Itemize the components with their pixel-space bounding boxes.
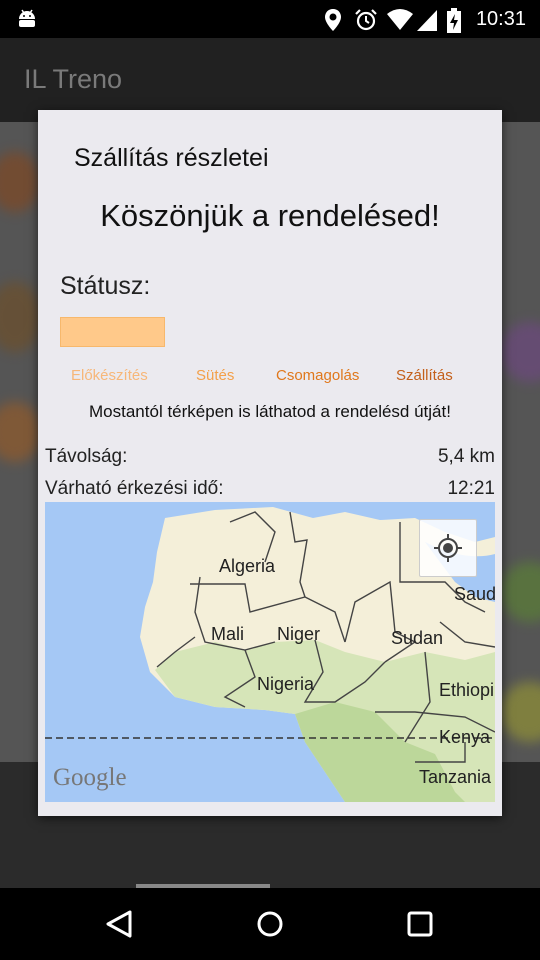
background-image: [500, 562, 540, 622]
home-icon[interactable]: [252, 906, 288, 942]
status-time: 10:31: [475, 8, 526, 30]
distance-value: 5,4 km: [437, 446, 495, 467]
step-delivery: Szállítás: [396, 367, 453, 384]
map-label-kenya: Kenya: [439, 727, 491, 747]
map-label-ethiopia: Ethiopi: [439, 680, 495, 700]
wifi-icon: [387, 9, 413, 30]
alarm-icon: [355, 9, 377, 31]
my-location-button[interactable]: [419, 519, 477, 577]
background-image: [0, 152, 40, 212]
delivery-details-dialog: Szállítás részletei Köszönjük a rendelés…: [38, 110, 502, 816]
background-image: [0, 282, 42, 352]
background-image: [500, 682, 540, 742]
step-preparation: Előkészítés: [71, 367, 148, 384]
app-title: IL Treno: [24, 64, 123, 94]
back-icon[interactable]: [102, 906, 138, 942]
map-label-mali: Mali: [211, 624, 245, 644]
map-label-sudan: Sudan: [391, 628, 444, 648]
eta-label: Várható érkezési idő:: [45, 478, 224, 499]
status-bar: 10:31: [0, 0, 540, 38]
map-label-algeria: Algeria: [219, 556, 276, 576]
eta-row: Várható érkezési idő: 12:21: [45, 478, 495, 500]
map-info-message: Mostantól térképen is láthatod a rendelé…: [89, 402, 451, 421]
distance-row: Távolság: 5,4 km: [45, 446, 495, 468]
map-label-niger: Niger: [277, 624, 321, 644]
status-label: Státusz:: [60, 272, 151, 300]
google-logo: Google: [53, 764, 127, 791]
my-location-icon: [434, 534, 462, 562]
thank-you-message: Köszönjük a rendelésed!: [100, 198, 440, 233]
map-label-tanzania: Tanzania: [419, 767, 492, 787]
navigation-bar: [0, 888, 540, 960]
signal-icon: [417, 10, 437, 31]
distance-label: Távolság:: [45, 446, 128, 467]
map-label-saudi: Saud: [454, 584, 495, 604]
step-baking: Sütés: [196, 367, 235, 384]
background-image: [0, 402, 42, 462]
dialog-title: Szállítás részletei: [74, 144, 269, 172]
map-label-nigeria: Nigeria: [257, 674, 315, 694]
delivery-map[interactable]: Algeria Saud Mali Niger Sudan Nigeria Et…: [45, 502, 495, 802]
eta-value: 12:21: [447, 478, 495, 499]
battery-charging-icon: [447, 8, 461, 33]
android-icon: [19, 9, 35, 27]
status-progress-bar: [60, 317, 165, 347]
step-packaging: Csomagolás: [276, 367, 360, 384]
background-image: [500, 322, 540, 382]
location-icon: [325, 9, 341, 31]
recents-icon[interactable]: [402, 906, 438, 942]
